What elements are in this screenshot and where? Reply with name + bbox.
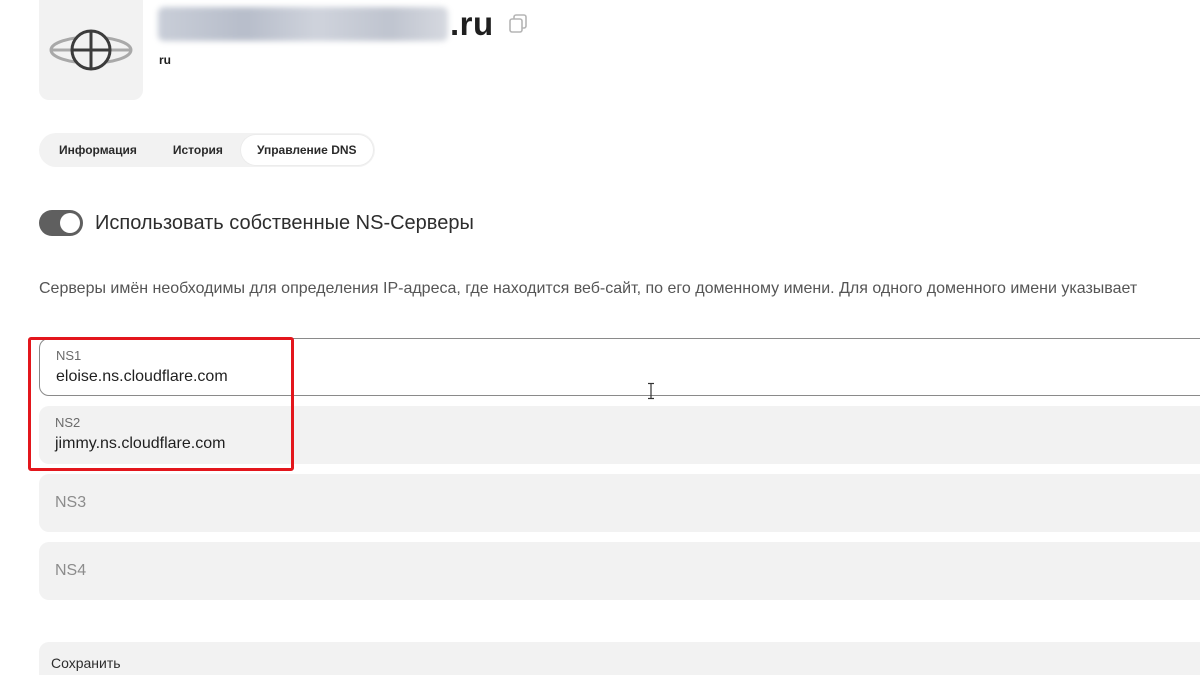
- ns1-label: NS1: [56, 348, 82, 363]
- tab-dns-management[interactable]: Управление DNS: [240, 135, 373, 165]
- domain-zone: ru: [159, 53, 171, 67]
- domain-tld: .ru: [450, 5, 494, 42]
- tab-info[interactable]: Информация: [41, 135, 155, 165]
- globe-logo-icon: [49, 29, 133, 71]
- copy-icon[interactable]: [508, 13, 530, 35]
- ns4-placeholder: NS4: [55, 562, 87, 579]
- toggle-knob: [60, 213, 80, 233]
- save-button[interactable]: Сохранить: [39, 642, 1200, 675]
- ns1-field[interactable]: NS1 eloise.ns.cloudflare.com: [39, 338, 1200, 396]
- ns2-label: NS2: [55, 415, 81, 430]
- domain-dns-page: .ru ru Информация История Управление DNS…: [0, 0, 1200, 675]
- text-cursor-icon: [648, 382, 654, 400]
- ns-description: Серверы имён необходимы для определения …: [39, 280, 1138, 297]
- ns3-placeholder: NS3: [55, 494, 87, 511]
- ns3-field[interactable]: NS3: [39, 474, 1200, 532]
- custom-ns-toggle-row: Использовать собственные NS-Серверы: [39, 210, 474, 236]
- ns4-field[interactable]: NS4: [39, 542, 1200, 600]
- ns2-field[interactable]: NS2 jimmy.ns.cloudflare.com: [39, 406, 1200, 464]
- blurred-domain-name: [158, 7, 448, 41]
- save-button-label: Сохранить: [51, 655, 121, 671]
- tab-history[interactable]: История: [155, 135, 241, 165]
- domain-title: .ru: [158, 2, 530, 46]
- custom-ns-toggle-label: Использовать собственные NS-Серверы: [95, 211, 474, 234]
- tab-bar: Информация История Управление DNS: [39, 133, 375, 167]
- ns1-value: eloise.ns.cloudflare.com: [56, 368, 228, 385]
- ns2-value: jimmy.ns.cloudflare.com: [55, 435, 226, 452]
- custom-ns-toggle[interactable]: [39, 210, 83, 236]
- domain-logo: [39, 0, 143, 100]
